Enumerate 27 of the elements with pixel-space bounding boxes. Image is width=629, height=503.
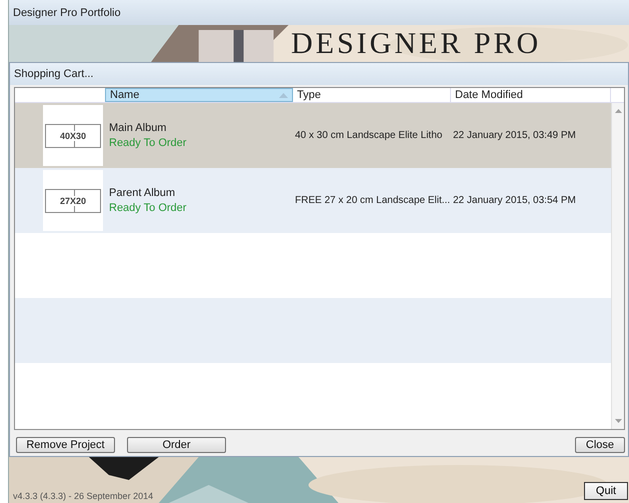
column-header[interactable]: Type <box>293 88 451 102</box>
sort-arrow-icon <box>279 92 288 98</box>
project-name: Main Album <box>109 122 168 134</box>
table-cell-text: 22 January 2015, 03:49 PM <box>452 130 576 141</box>
table-cell-text: 40 x 30 cm Landscape Elite Litho <box>294 130 444 141</box>
version-text: v4.3.3 (4.3.3) - 26 September 2014 <box>13 491 154 502</box>
list-row[interactable]: 27X20 Parent Album Ready To Order FREE 27 x 20 cm Landscape Elit... 22 January 2015, 03:54 PM <box>15 168 611 233</box>
project-status: Ready To Order <box>109 137 188 149</box>
list-row[interactable]: 40X30 Main Album Ready To Order 40 x 30 cm Landscape Elite Litho 22 January 2015, 03:49 PM <box>15 103 611 168</box>
column-header[interactable]: Date Modified <box>451 88 611 102</box>
quit-button[interactable]: Quit <box>584 482 628 500</box>
dialog-button[interactable]: Remove Project <box>16 437 115 453</box>
table-cell-text: FREE 27 x 20 cm Landscape Elit... <box>294 195 449 206</box>
logo-text: DESIGNER PRO <box>291 29 542 59</box>
dialog-button[interactable]: Order <box>127 437 226 453</box>
dialog-title: Shopping Cart... <box>14 68 94 80</box>
window-title: Designer Pro Portfolio <box>13 6 121 18</box>
scroll-down-icon[interactable] <box>614 419 622 423</box>
close-button[interactable]: Close <box>574 437 625 453</box>
project-name: Parent Album <box>109 187 176 199</box>
project-status: Ready To Order <box>109 202 188 214</box>
column-header[interactable]: Name <box>105 88 293 102</box>
thumbnail-label: 40X30 <box>60 130 86 140</box>
thumbnail-label: 27X20 <box>60 196 86 206</box>
scrollbar[interactable] <box>611 103 624 429</box>
scroll-up-icon[interactable] <box>614 109 622 113</box>
table-cell-text: 22 January 2015, 03:54 PM <box>452 195 576 206</box>
